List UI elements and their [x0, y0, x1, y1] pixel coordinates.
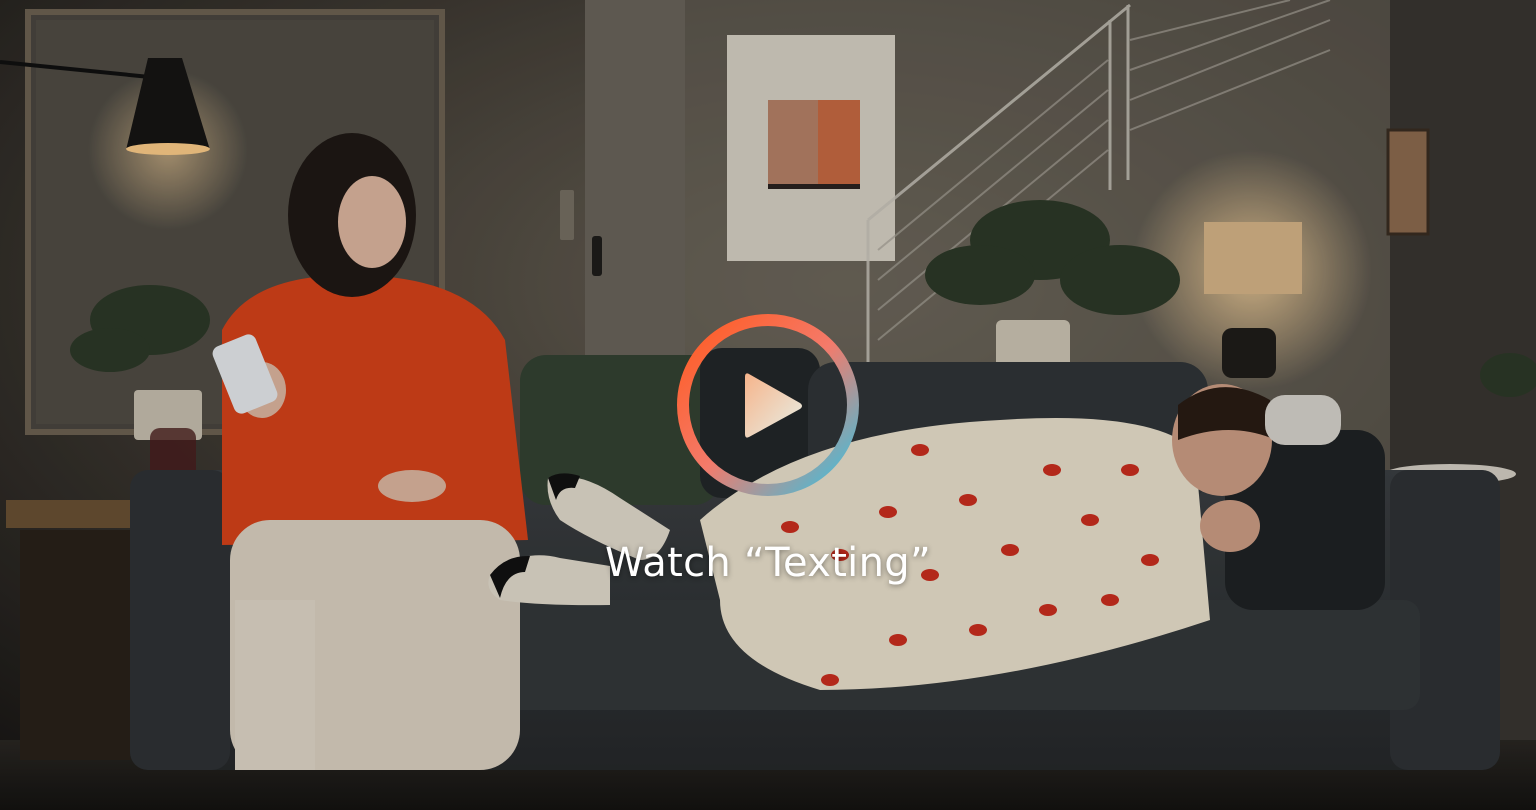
play-button[interactable]	[671, 308, 865, 502]
video-player[interactable]: Watch “Texting”	[0, 0, 1536, 810]
play-icon	[677, 314, 859, 496]
